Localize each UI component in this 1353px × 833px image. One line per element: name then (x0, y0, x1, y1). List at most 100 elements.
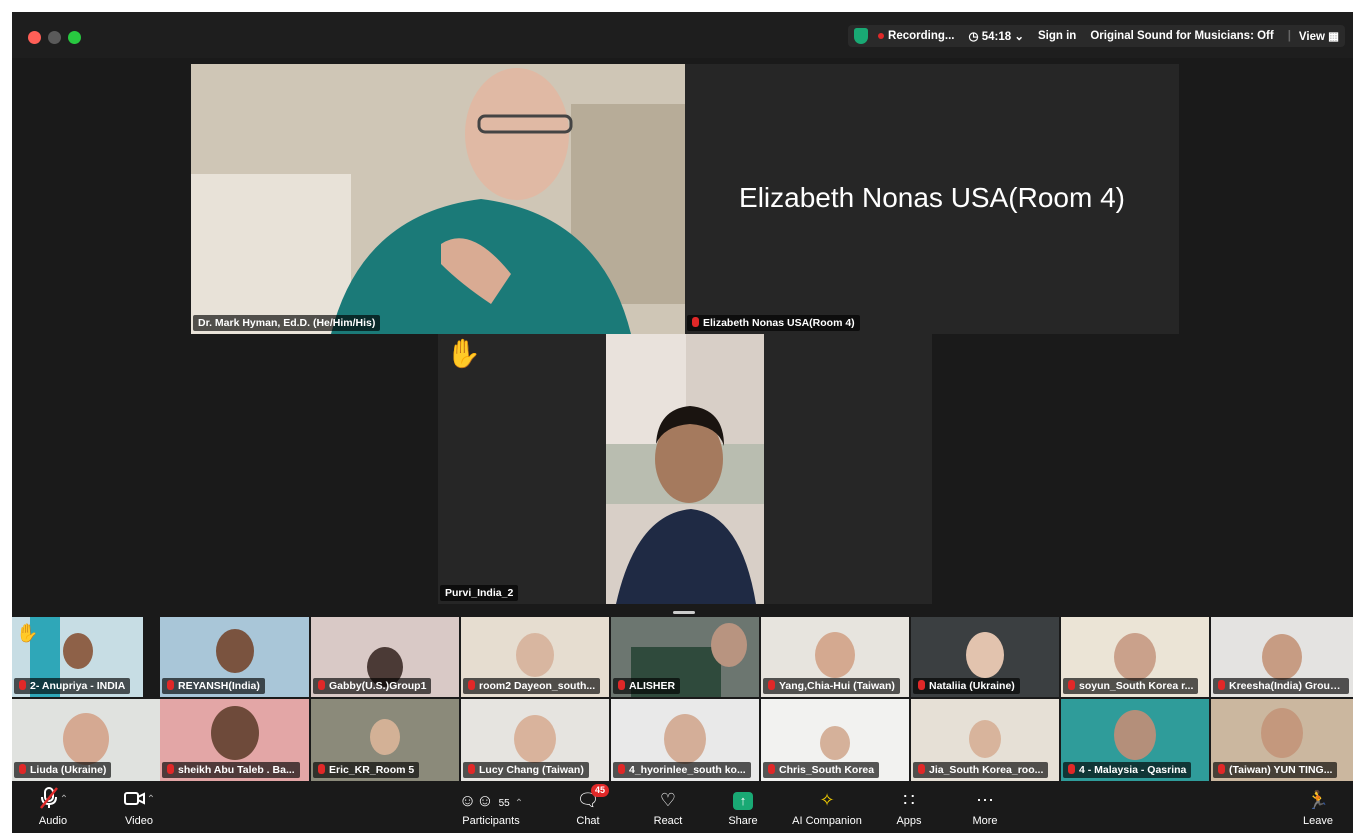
title-bar: Recording... ◷ 54:18 ⌄ Sign in Original … (12, 12, 1353, 58)
mic-muted-icon (1068, 680, 1075, 690)
gallery-tile[interactable]: REYANSH(India) (160, 617, 309, 697)
participant-name: Liuda (Ukraine) (14, 762, 112, 778)
participant-video (711, 623, 747, 667)
chat-bubble-icon: 🗨 45 (553, 784, 623, 814)
gallery-tile[interactable]: Jia_South Korea_roo... (911, 699, 1059, 781)
mic-muted-icon: ⌃ (18, 786, 88, 814)
mic-muted-icon (19, 680, 26, 690)
participant-video (63, 713, 109, 765)
participant-name: Lucy Chang (Taiwan) (463, 762, 589, 778)
divider: | (1287, 30, 1291, 42)
mic-muted-icon (918, 680, 925, 690)
chat-button[interactable]: 🗨 45 Chat (553, 784, 623, 827)
view-button[interactable]: View ▦ (1299, 29, 1339, 43)
participant-video (370, 719, 400, 755)
share-button[interactable]: ↑ Share (708, 786, 778, 827)
participant-name: Purvi_India_2 (440, 585, 519, 601)
gallery-tile[interactable]: 4 - Malaysia - Qasrina (1061, 699, 1209, 781)
participant-video (514, 715, 556, 763)
sparkle-icon: ✧ (819, 790, 835, 810)
participant-video (215, 629, 254, 673)
participant-video (210, 706, 259, 760)
react-button[interactable]: ♡ React (633, 786, 703, 827)
raised-hand-icon: ✋ (446, 338, 481, 369)
mic-muted-icon (468, 764, 475, 774)
gallery-tile[interactable]: sheikh Abu Taleb . Ba... (160, 699, 309, 781)
participant-video (1114, 633, 1156, 681)
gallery-tile[interactable]: ... Chris_South Korea (761, 699, 909, 781)
gallery-tile[interactable]: soyun_South Korea r... (1061, 617, 1209, 697)
meeting-timer[interactable]: ◷ 54:18 ⌄ (968, 29, 1024, 43)
video-tile-camera-off[interactable]: Elizabeth Nonas USA(Room 4) Elizabeth No… (685, 64, 1179, 334)
participant-display-name: Elizabeth Nonas USA(Room 4) (739, 182, 1125, 213)
video-button[interactable]: ⌃ Video (104, 786, 174, 827)
original-sound-toggle[interactable]: Original Sound for Musicians: Off (1090, 30, 1273, 42)
share-screen-icon: ↑ (708, 786, 778, 814)
raised-hand-icon: ✋ (16, 623, 39, 643)
gallery-tile[interactable]: Lucy Chang (Taiwan) (461, 699, 609, 781)
gallery-tile[interactable]: (Taiwan) YUN TING... (1211, 699, 1353, 781)
participant-name: Kreesha(India) Group 1 (1213, 678, 1350, 694)
participants-icon: ☺☺ 55 ⌃ (458, 791, 524, 810)
gallery-tile[interactable]: Nataliia (Ukraine) (911, 617, 1059, 697)
video-camera-icon: ⌃ (104, 786, 174, 814)
gallery-tile[interactable]: ✋ 2- Anupriya - INDIA (12, 617, 143, 697)
participant-name: soyun_South Korea r... (1063, 678, 1199, 694)
security-shield-icon[interactable] (854, 28, 869, 44)
participant-name: 4_hyorinlee_south ko... (613, 762, 751, 778)
mic-muted-icon (618, 680, 625, 690)
grid-view-icon: ▦ (1328, 31, 1339, 43)
audio-button[interactable]: ⌃ Audio (18, 786, 88, 827)
more-options-icon: ⋯ (976, 790, 994, 810)
mic-muted-icon (768, 680, 775, 690)
meeting-status-bar: Recording... ◷ 54:18 ⌄ Sign in Original … (848, 25, 1345, 47)
participant-name: (Taiwan) YUN TING... (1213, 762, 1338, 778)
gallery-tile[interactable]: Eric_KR_Room 5 (311, 699, 459, 781)
gallery-tile[interactable]: ALISHER (611, 617, 759, 697)
mic-muted-icon (167, 680, 174, 690)
ai-companion-button[interactable]: ✧ AI Companion (784, 786, 870, 827)
chevron-up-icon[interactable]: ⌃ (515, 798, 523, 809)
chevron-up-icon[interactable]: ⌃ (147, 794, 155, 805)
sign-in-link[interactable]: Sign in (1038, 30, 1076, 42)
leave-door-icon: 🏃 (1306, 790, 1330, 810)
gallery-tile[interactable]: Liuda (Ukraine) (12, 699, 160, 781)
participant-video (1261, 708, 1303, 758)
participant-name: Elizabeth Nonas USA(Room 4) (687, 315, 860, 331)
apps-icon: ∷ (903, 790, 915, 810)
participant-name: Chris_South Korea (763, 762, 880, 778)
chat-unread-badge: 45 (591, 784, 610, 797)
mic-muted-icon (318, 764, 325, 774)
participant-name: Yang,Chia-Hui (Taiwan) (763, 678, 900, 694)
minimize-window-button[interactable] (48, 31, 61, 44)
apps-button[interactable]: ∷ Apps (874, 786, 944, 827)
participant-name: Eric_KR_Room 5 (313, 762, 420, 778)
more-button[interactable]: ⋯ More (950, 786, 1020, 827)
meeting-toolbar: ⌃ Audio ⌃ Video ☺☺ 55 ⌃ Participants 🗨 45… (12, 784, 1353, 833)
participant-video (820, 726, 850, 760)
video-tile-raised-hand[interactable]: ✋ Purvi_India_2 (438, 334, 932, 604)
gallery-tile[interactable]: 4_hyorinlee_south ko... (611, 699, 759, 781)
gallery-tile[interactable]: Kreesha(India) Group 1 (1211, 617, 1353, 697)
participant-video (516, 633, 554, 677)
gallery-resize-handle[interactable] (673, 611, 695, 614)
mic-muted-icon (167, 764, 174, 774)
zoom-window: Recording... ◷ 54:18 ⌄ Sign in Original … (12, 12, 1353, 833)
gallery-tile[interactable]: room2 Dayeon_south... (461, 617, 609, 697)
close-window-button[interactable] (28, 31, 41, 44)
participant-name: sheikh Abu Taleb . Ba... (162, 762, 300, 778)
participants-button[interactable]: ☺☺ 55 ⌃ Participants (456, 786, 526, 827)
recording-indicator[interactable]: Recording... (878, 30, 954, 42)
gallery-tile[interactable]: Yang,Chia-Hui (Taiwan) (761, 617, 909, 697)
mic-muted-icon (468, 680, 475, 690)
maximize-window-button[interactable] (68, 31, 81, 44)
mic-muted-icon (918, 764, 925, 774)
mic-muted-icon (1068, 764, 1075, 774)
video-tile-speaker[interactable]: Dr. Mark Hyman, Ed.D. (He/Him/His) (191, 64, 685, 334)
chevron-up-icon[interactable]: ⌃ (60, 794, 68, 805)
participant-name: Nataliia (Ukraine) (913, 678, 1020, 694)
gallery-tile[interactable]: Gabby(U.S.)Group1 (311, 617, 459, 697)
recording-dot-icon (878, 32, 885, 39)
leave-button[interactable]: 🏃 Leave (1283, 786, 1353, 827)
mic-muted-icon (768, 764, 775, 774)
